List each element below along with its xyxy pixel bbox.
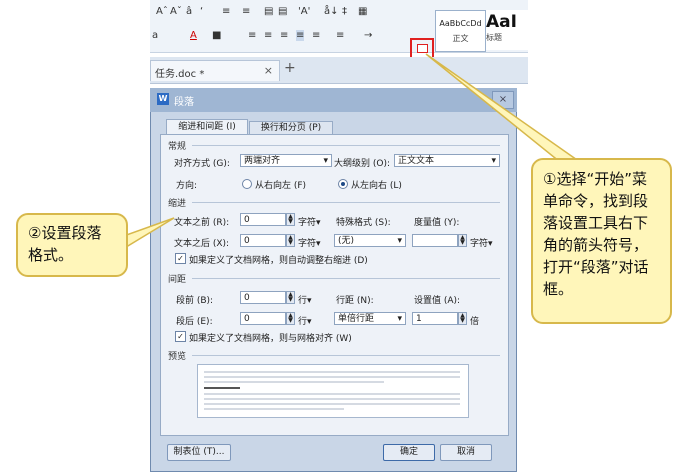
step-2-callout: ②设置段落格式。 (16, 213, 128, 277)
step-1-callout: ①选择“开始”菜单命令，找到段落设置工具右下角的箭头符号，打开“段落”对话框。 (531, 158, 672, 324)
right-callout-pointer (425, 53, 583, 163)
